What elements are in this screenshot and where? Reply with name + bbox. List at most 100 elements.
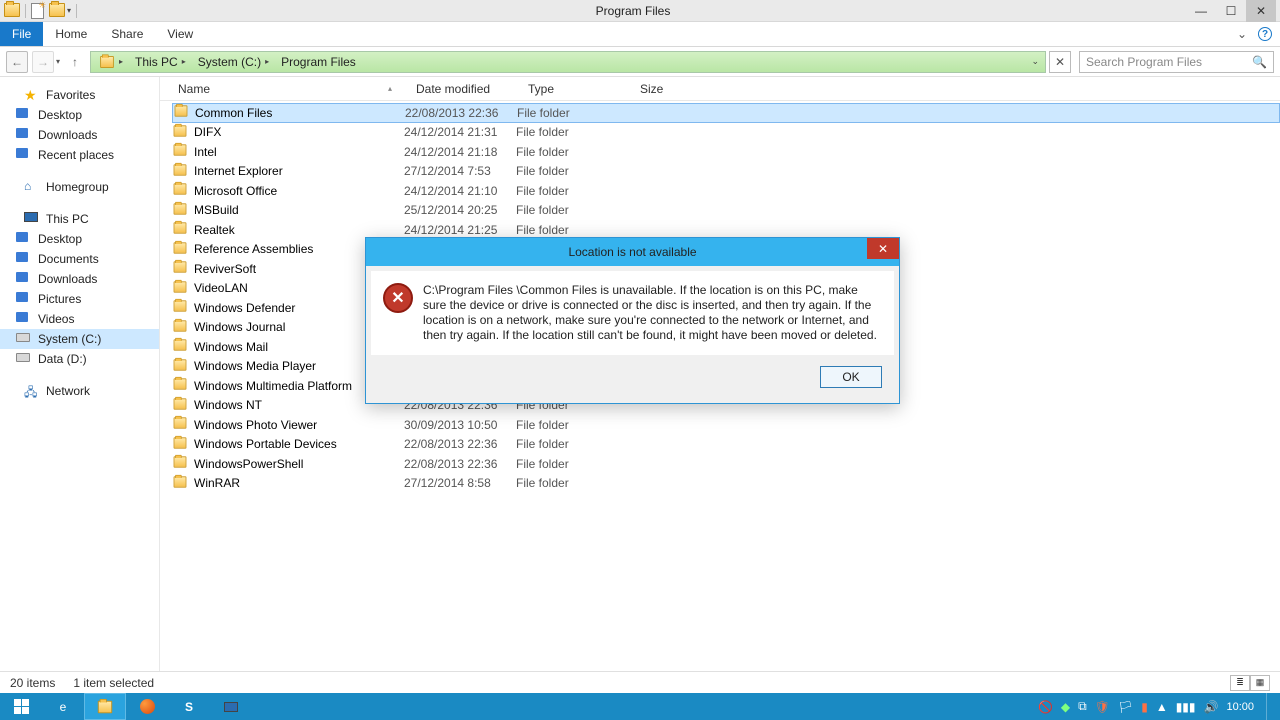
sidebar-thispc[interactable]: This PC xyxy=(0,209,159,229)
address-dropdown-icon[interactable]: ⌄ xyxy=(1031,56,1043,67)
sidebar-item-videos[interactable]: Videos xyxy=(0,309,159,329)
address-seg-thispc[interactable]: This PC▸ xyxy=(129,52,192,72)
dialog-close-button[interactable]: ✕ xyxy=(867,238,899,259)
view-icons-button[interactable]: ▦ xyxy=(1250,675,1270,691)
file-type: File folder xyxy=(516,203,628,217)
file-name: DIFX xyxy=(194,125,221,139)
address-seg-label: Program Files xyxy=(281,55,356,69)
table-row[interactable]: Internet Explorer27/12/2014 7:53File fol… xyxy=(172,162,1280,182)
view-details-button[interactable]: ≣ xyxy=(1230,675,1250,691)
taskbar-skype[interactable]: S xyxy=(168,693,210,720)
taskbar-explorer[interactable] xyxy=(84,693,126,720)
forward-button[interactable]: → xyxy=(32,51,54,73)
table-row[interactable]: MSBuild25/12/2014 20:25File folder xyxy=(172,201,1280,221)
table-row[interactable]: Microsoft Office24/12/2014 21:10File fol… xyxy=(172,181,1280,201)
start-button[interactable] xyxy=(0,693,42,720)
sidebar-item-downloads[interactable]: Downloads xyxy=(0,125,159,145)
tray-volume-icon[interactable]: 🔊 xyxy=(1204,700,1219,714)
sidebar-label: Favorites xyxy=(46,88,95,102)
address-seg-drive[interactable]: System (C:)▸ xyxy=(192,52,275,72)
sort-arrow-icon: ▴ xyxy=(388,84,392,93)
column-name[interactable]: Name▴ xyxy=(172,82,410,96)
table-row[interactable]: Intel24/12/2014 21:18File folder xyxy=(172,142,1280,162)
sidebar-item-desktop[interactable]: Desktop xyxy=(0,105,159,125)
history-dropdown-icon[interactable]: ▾ xyxy=(56,57,60,66)
file-type: File folder xyxy=(517,106,629,120)
table-row[interactable]: Windows Portable Devices22/08/2013 22:36… xyxy=(172,435,1280,455)
tray-clock[interactable]: 10:00 xyxy=(1226,701,1254,713)
tray-icon[interactable]: ▮ xyxy=(1141,700,1148,714)
taskbar-ie[interactable]: e xyxy=(42,693,84,720)
show-desktop-button[interactable] xyxy=(1266,693,1274,720)
file-name: Common Files xyxy=(195,106,272,120)
column-size[interactable]: Size xyxy=(634,82,704,96)
file-name: Windows Defender xyxy=(194,301,295,315)
address-seg-folder[interactable]: Program Files xyxy=(275,52,362,72)
sidebar-item-desktop[interactable]: Desktop xyxy=(0,229,159,249)
tab-share[interactable]: Share xyxy=(99,22,155,46)
address-root-icon[interactable]: ▸ xyxy=(93,52,129,72)
sidebar-item-recent[interactable]: Recent places xyxy=(0,145,159,165)
sidebar-network[interactable]: 🖧Network xyxy=(0,381,159,401)
error-icon: ✕ xyxy=(383,283,413,313)
sidebar-item-label: Recent places xyxy=(38,148,114,162)
tab-home[interactable]: Home xyxy=(43,22,99,46)
taskbar-app[interactable] xyxy=(210,693,252,720)
search-input[interactable]: Search Program Files 🔍 xyxy=(1079,51,1274,73)
column-date[interactable]: Date modified xyxy=(410,82,522,96)
tab-file[interactable]: File xyxy=(0,22,43,46)
column-type[interactable]: Type xyxy=(522,82,634,96)
tray-wifi-icon[interactable]: ▮▮▮ xyxy=(1176,700,1196,714)
sidebar-favorites[interactable]: ★Favorites xyxy=(0,85,159,105)
taskbar-firefox[interactable] xyxy=(126,693,168,720)
refresh-button[interactable]: ✕ xyxy=(1049,51,1071,73)
tray-icon[interactable]: ◆ xyxy=(1061,700,1070,714)
tray-icon[interactable]: ▲ xyxy=(1156,700,1168,714)
ribbon-expand-icon[interactable]: ⌄ xyxy=(1230,22,1254,46)
new-document-icon[interactable] xyxy=(31,3,47,19)
tray-icon[interactable]: ⧉ xyxy=(1078,699,1087,714)
table-row[interactable]: WinRAR27/12/2014 8:58File folder xyxy=(172,474,1280,494)
file-date: 22/08/2013 22:36 xyxy=(404,437,516,451)
file-date: 24/12/2014 21:25 xyxy=(404,223,516,237)
maximize-button[interactable]: ☐ xyxy=(1216,0,1246,22)
file-name: Reference Assemblies xyxy=(194,242,313,256)
sidebar-item-label: Documents xyxy=(38,252,99,266)
up-button[interactable]: ↑ xyxy=(64,51,86,73)
dialog-title-bar[interactable]: Location is not available ✕ xyxy=(366,238,899,266)
file-name: Windows NT xyxy=(194,398,262,412)
status-bar: 20 items 1 item selected ≣ ▦ xyxy=(0,671,1280,693)
sidebar-item-data-d-[interactable]: Data (D:) xyxy=(0,349,159,369)
table-row[interactable]: WindowsPowerShell22/08/2013 22:36File fo… xyxy=(172,454,1280,474)
sidebar-item-label: System (C:) xyxy=(38,332,101,346)
sidebar-item-documents[interactable]: Documents xyxy=(0,249,159,269)
window-title: Program Files xyxy=(80,4,1186,18)
tab-view[interactable]: View xyxy=(155,22,205,46)
table-row[interactable]: Windows Photo Viewer30/09/2013 10:50File… xyxy=(172,415,1280,435)
qat-dropdown-icon[interactable]: ▾ xyxy=(67,6,71,15)
sidebar-item-label: Downloads xyxy=(38,128,97,142)
sidebar-item-pictures[interactable]: Pictures xyxy=(0,289,159,309)
table-row[interactable]: DIFX24/12/2014 21:31File folder xyxy=(172,123,1280,143)
properties-folder-icon[interactable] xyxy=(49,3,65,19)
minimize-button[interactable]: — xyxy=(1186,0,1216,22)
dialog-title: Location is not available xyxy=(568,245,696,259)
file-date: 24/12/2014 21:10 xyxy=(404,184,516,198)
address-bar[interactable]: ▸ This PC▸ System (C:)▸ Program Files ⌄ xyxy=(90,51,1046,73)
tray-icon[interactable]: 🛡 xyxy=(1095,700,1110,714)
dialog-ok-button[interactable]: OK xyxy=(820,366,882,388)
sidebar-item-system-c-[interactable]: System (C:) xyxy=(0,329,159,349)
sidebar-item-downloads[interactable]: Downloads xyxy=(0,269,159,289)
file-name: Windows Media Player xyxy=(194,359,316,373)
tray-icon[interactable]: 🚫 xyxy=(1038,700,1053,714)
file-date: 22/08/2013 22:36 xyxy=(404,457,516,471)
search-placeholder: Search Program Files xyxy=(1086,55,1202,69)
back-button[interactable]: ← xyxy=(6,51,28,73)
close-button[interactable]: ✕ xyxy=(1246,0,1276,22)
tray-icon[interactable]: 🏳 xyxy=(1118,700,1133,714)
sidebar-homegroup[interactable]: ⌂Homegroup xyxy=(0,177,159,197)
search-icon: 🔍 xyxy=(1252,55,1267,69)
file-date: 27/12/2014 8:58 xyxy=(404,476,516,490)
table-row[interactable]: Common Files22/08/2013 22:36File folder xyxy=(172,103,1280,123)
help-icon[interactable]: ? xyxy=(1258,27,1272,41)
